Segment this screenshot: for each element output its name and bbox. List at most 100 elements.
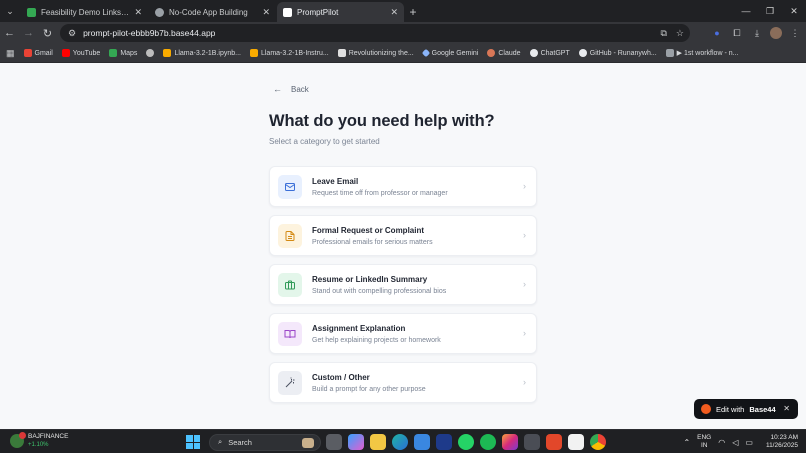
copilot-icon[interactable] [348, 434, 364, 450]
arrow-left-icon: ← [273, 84, 282, 94]
chevron-right-icon: › [523, 181, 526, 191]
promptpilot-favicon-icon [283, 7, 292, 17]
page-title: What do you need help with? [269, 112, 495, 130]
extensions-puzzle-icon[interactable]: ⧠ [730, 28, 744, 39]
bookmark-globe[interactable] [146, 49, 155, 57]
tab-title: PromptPilot [297, 7, 339, 17]
tab-feasibility[interactable]: Feasibility Demo Links/Prototyp ✕ [21, 2, 148, 22]
bookmark-maps[interactable]: Maps [109, 49, 137, 57]
reload-icon[interactable]: ↻ [38, 22, 57, 44]
menu-dots-icon[interactable]: ⋮ [788, 28, 802, 39]
back-arrow-icon[interactable]: ← [0, 22, 19, 44]
close-tab-icon[interactable]: ✕ [390, 7, 398, 18]
category-title: Assignment Explanation [312, 324, 406, 333]
magic-wand-icon [278, 371, 302, 395]
category-card-resume[interactable]: Resume or LinkedIn Summary Stand out wit… [269, 264, 537, 305]
sheets-favicon-icon [27, 7, 36, 17]
new-tab-button[interactable]: + [404, 2, 422, 22]
base44-logo-icon [701, 404, 711, 414]
page-content: ← Back What do you need help with? Selec… [0, 63, 806, 429]
mail-app-icon[interactable] [414, 434, 430, 450]
category-description: Stand out with compelling professional b… [312, 288, 447, 295]
whatsapp-icon[interactable] [458, 434, 474, 450]
system-tray: ⌃ ENG IN ◠ ◁ ▭ 10:23 AM 11/26/2025 [683, 432, 798, 452]
spotify-icon[interactable] [480, 434, 496, 450]
windows-start-icon[interactable] [186, 435, 200, 449]
language-indicator[interactable]: ENG IN [697, 434, 711, 450]
bookmark-gmail[interactable]: Gmail [23, 49, 53, 57]
category-card-formal-request[interactable]: Formal Request or Complaint Professional… [269, 215, 537, 256]
site-info-icon[interactable]: ⚙ [68, 28, 76, 39]
edit-with-base44-badge[interactable]: Edit with Base44 ✕ [694, 399, 798, 419]
bookmark-revolutionizing[interactable]: Revolutionizing the... [337, 49, 414, 57]
edit-brand: Base44 [749, 404, 776, 414]
youtube-icon [61, 49, 70, 57]
colab-icon [163, 49, 172, 57]
ticker-symbol: BAJFINANCE [28, 433, 69, 440]
restore-icon[interactable]: ❐ [758, 0, 782, 22]
volume-icon[interactable]: ◁ [732, 438, 738, 447]
close-tab-icon[interactable]: ✕ [134, 7, 142, 18]
category-title: Custom / Other [312, 373, 370, 382]
window-controls: — ❐ ✕ [734, 0, 806, 22]
category-title: Resume or LinkedIn Summary [312, 275, 428, 284]
clock-time: 10:23 AM [770, 434, 798, 441]
bookmark-llama-instruct[interactable]: Llama-3.2-1B-Instru... [249, 49, 329, 57]
document-icon [278, 224, 302, 248]
search-highlight-icon [302, 437, 314, 448]
battery-icon[interactable]: ▭ [745, 438, 753, 447]
task-view-icon[interactable] [326, 434, 342, 450]
l-app-icon[interactable] [436, 434, 452, 450]
category-card-custom[interactable]: Custom / Other Build a prompt for any ot… [269, 362, 537, 403]
stock-chart-icon [10, 432, 26, 448]
search-label: Search [228, 437, 252, 447]
stock-widget[interactable]: BAJFINANCE +1.10% [10, 432, 69, 449]
forward-arrow-icon[interactable]: → [19, 22, 38, 44]
category-card-assignment[interactable]: Assignment Explanation Get help explaini… [269, 313, 537, 354]
bookmark-workflow[interactable]: ▶ 1st workflow - n... [665, 49, 738, 57]
briefcase-icon [278, 273, 302, 297]
clock-date: 11/26/2025 [765, 442, 798, 449]
taskbar-search[interactable]: ⌕ Search [209, 433, 321, 451]
extension-icon[interactable]: ● [710, 28, 724, 38]
tab-no-code[interactable]: No-Code App Building ✕ [149, 2, 276, 22]
bookmark-star-icon[interactable]: ☆ [676, 28, 684, 39]
gemini-icon [421, 48, 430, 58]
category-description: Get help explaining projects or homework [312, 337, 441, 344]
category-card-leave-email[interactable]: Leave Email Request time off from profes… [269, 166, 537, 207]
n8n-icon [665, 49, 674, 57]
chrome-icon[interactable] [590, 434, 606, 450]
back-link[interactable]: ← Back [273, 84, 309, 94]
instagram-icon[interactable] [502, 434, 518, 450]
photo-app-icon[interactable] [524, 434, 540, 450]
tab-promptpilot[interactable]: PromptPilot ✕ [277, 2, 404, 22]
edge-icon[interactable] [392, 434, 408, 450]
close-tab-icon[interactable]: ✕ [262, 7, 270, 18]
bookmark-youtube[interactable]: YouTube [61, 49, 100, 57]
bookmark-claude[interactable]: Claude [487, 49, 521, 57]
chevron-right-icon: › [523, 230, 526, 240]
bookmark-github[interactable]: GitHub - Runanywh... [578, 49, 657, 57]
clock[interactable]: 10:23 AM 11/26/2025 [766, 434, 798, 450]
maps-icon [109, 49, 118, 57]
profile-avatar[interactable] [770, 27, 782, 39]
wifi-icon[interactable]: ◠ [718, 438, 725, 447]
close-icon[interactable]: ✕ [783, 404, 790, 413]
bookmark-gemini[interactable]: Google Gemini [421, 48, 478, 58]
bookmark-llama-notebook[interactable]: Llama-3.2-1B.ipynb... [163, 49, 241, 57]
apps-grid-icon[interactable]: ▦ [6, 48, 15, 59]
download-icon[interactable]: ⤓ [750, 28, 764, 39]
tab-search-icon[interactable]: ⌄ [0, 0, 20, 22]
globe-favicon-icon [155, 7, 164, 17]
chevron-right-icon: › [523, 279, 526, 289]
capcut-icon[interactable] [568, 434, 584, 450]
address-bar[interactable]: ⚙ prompt-pilot-ebbb9b7b.base44.app ⧉ ☆ [60, 24, 690, 42]
chevron-up-icon[interactable]: ⌃ [683, 438, 690, 447]
minimize-icon[interactable]: — [734, 0, 758, 22]
book-icon [278, 322, 302, 346]
close-window-icon[interactable]: ✕ [782, 0, 806, 22]
brave-icon[interactable] [546, 434, 562, 450]
install-app-icon[interactable]: ⧉ [660, 28, 666, 39]
file-explorer-icon[interactable] [370, 434, 386, 450]
bookmark-chatgpt[interactable]: ChatGPT [529, 49, 570, 57]
